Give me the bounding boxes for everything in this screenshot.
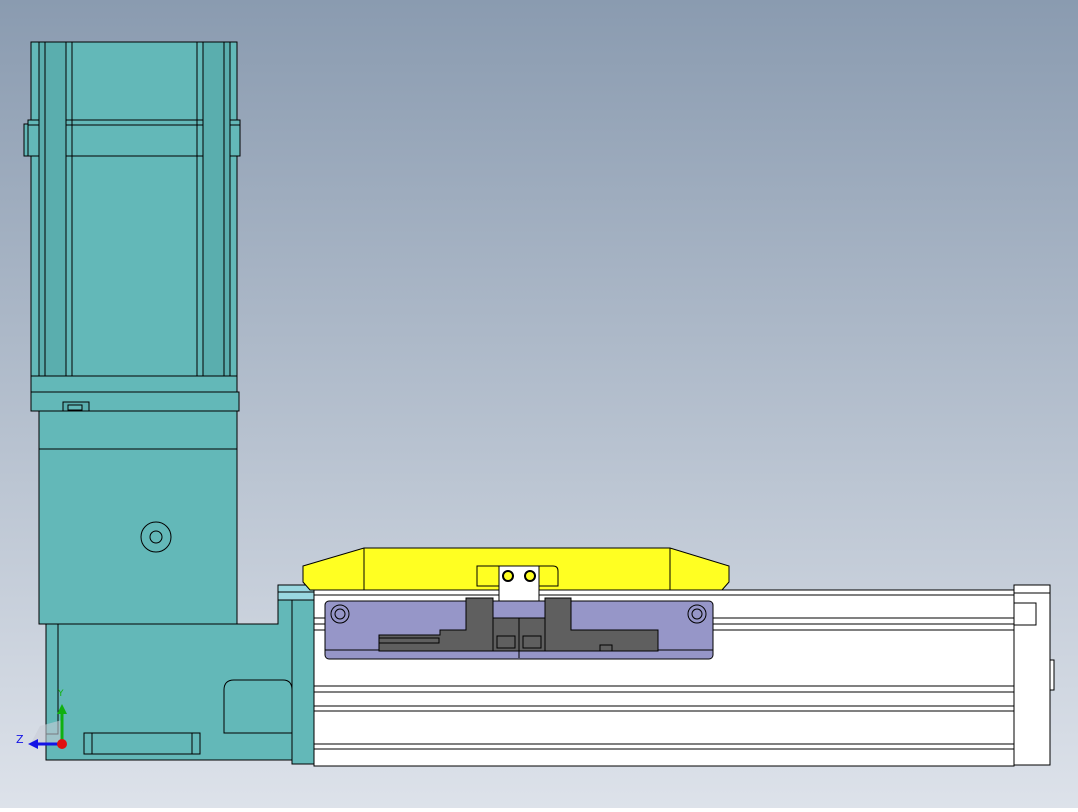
- carriage-block[interactable]: [324, 597, 714, 660]
- screw-icon: [502, 570, 514, 582]
- servo-motor[interactable]: [23, 41, 241, 412]
- cad-drawing[interactable]: [0, 0, 1078, 808]
- triad-label-z: Z: [16, 733, 24, 746]
- cad-viewport[interactable]: Z Y: [0, 0, 1078, 808]
- triad-label-y: Y: [58, 689, 64, 699]
- x-axis-dot-icon: [57, 739, 67, 749]
- screw-icon: [524, 570, 536, 582]
